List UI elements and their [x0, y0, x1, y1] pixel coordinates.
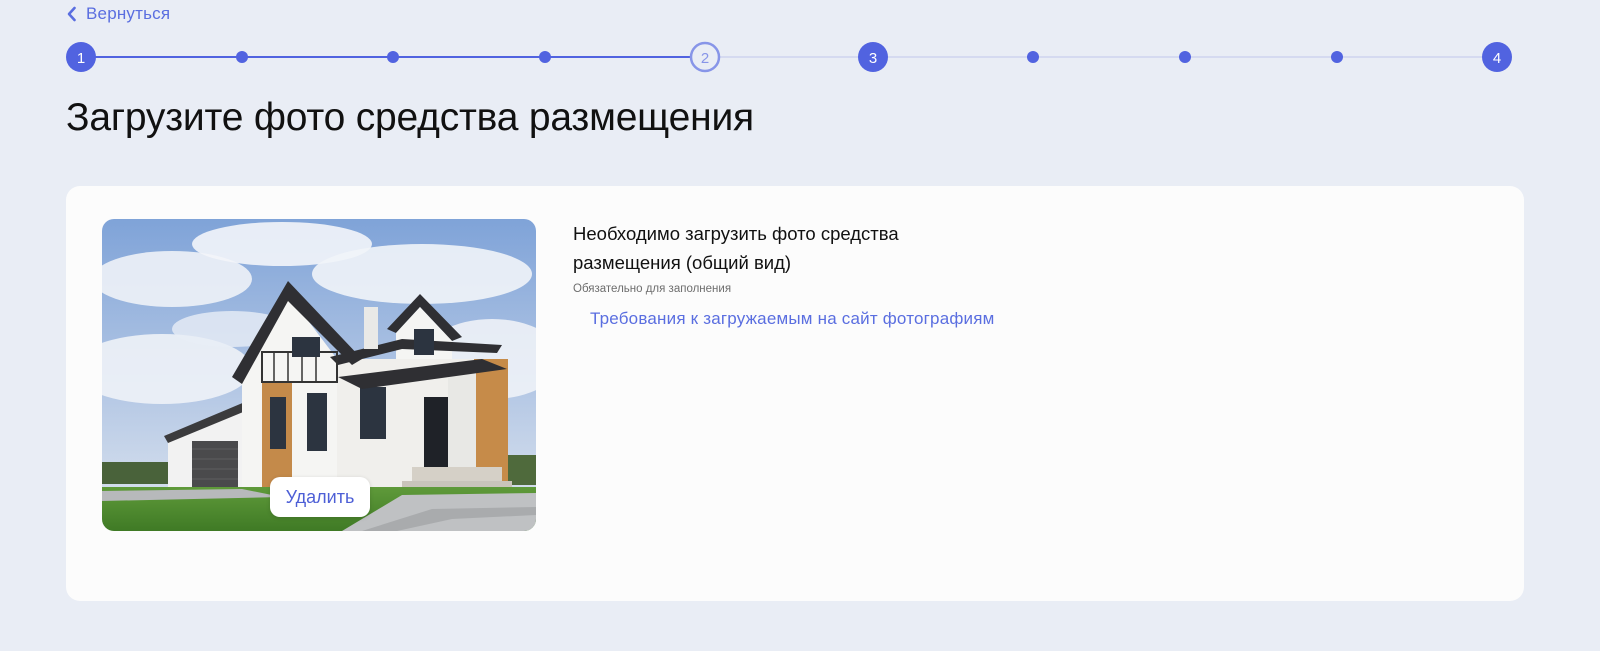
progress-stepper: 1 2 3 4: [0, 0, 1600, 100]
uploaded-photo: Удалить: [102, 219, 536, 531]
substep-dot: [1179, 51, 1191, 63]
page-title: Загрузите фото средства размещения: [66, 96, 754, 139]
substep-dot: [236, 51, 248, 63]
substep-dot: [1027, 51, 1039, 63]
substep-dot: [1331, 51, 1343, 63]
upload-card: Удалить Необходимо загрузить фото средст…: [66, 186, 1524, 601]
photo-requirements-link[interactable]: Требования к загружаемым на сайт фотогра…: [590, 309, 995, 329]
required-hint: Обязательно для заполнения: [573, 283, 732, 295]
substep-dot: [387, 51, 399, 63]
step-2-label: 2: [701, 50, 709, 67]
delete-photo-button[interactable]: Удалить: [270, 477, 370, 517]
step-3-label: 3: [869, 50, 877, 67]
substep-dot: [539, 51, 551, 63]
upload-info: Необходимо загрузить фото средства разме…: [573, 219, 1273, 329]
upload-description: Необходимо загрузить фото средства разме…: [573, 223, 899, 273]
step-1-label: 1: [77, 50, 85, 67]
step-4-label: 4: [1493, 50, 1501, 67]
stepper-graphic: 1 2 3 4: [66, 41, 1512, 73]
